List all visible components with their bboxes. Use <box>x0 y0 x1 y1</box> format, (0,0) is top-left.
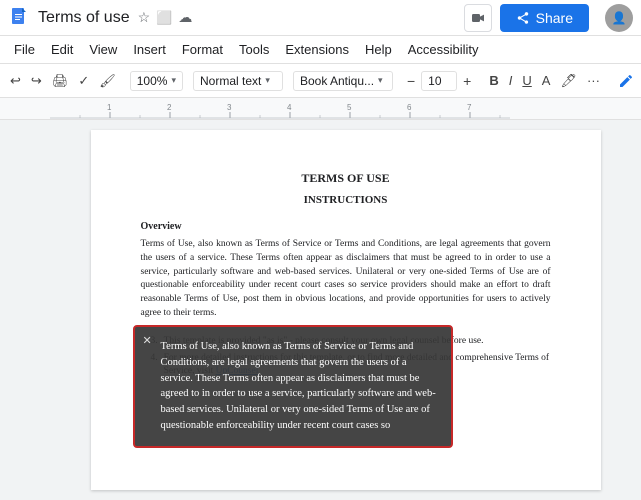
font-caret: ▾ <box>378 75 383 86</box>
bold-button[interactable]: B <box>485 70 502 91</box>
tooltip-content: Terms of Use, also known as Terms of Ser… <box>161 339 437 434</box>
toolbar: ↩ ↪ 🖨 ✓ 🖌 100% ▾ Normal text ▾ Book Anti… <box>0 64 641 98</box>
document-area: TERMS OF USE INSTRUCTIONS Overview Terms… <box>0 120 641 500</box>
redo-button[interactable]: ↪ <box>27 70 46 92</box>
document-title[interactable]: Terms of use <box>38 9 130 27</box>
overview-heading: Overview <box>141 220 551 234</box>
svg-text:6: 6 <box>407 103 412 112</box>
share-button[interactable]: Share <box>500 4 589 32</box>
left-gutter <box>0 120 50 500</box>
menu-tools[interactable]: Tools <box>233 40 275 59</box>
menu-insert[interactable]: Insert <box>127 40 172 59</box>
svg-text:4: 4 <box>287 103 292 112</box>
ruler: 1 2 3 4 5 6 7 <box>0 98 641 120</box>
menu-help[interactable]: Help <box>359 40 398 59</box>
tooltip-popup: ✕ Terms of Use, also known as Terms of S… <box>133 325 453 448</box>
highlight-button[interactable]: 🖊 <box>556 70 581 92</box>
menu-extensions[interactable]: Extensions <box>279 40 355 59</box>
document-page: TERMS OF USE INSTRUCTIONS Overview Terms… <box>91 130 601 490</box>
style-value: Normal text <box>200 74 261 88</box>
svg-text:7: 7 <box>467 103 472 112</box>
overview-body: Terms of Use, also known as Terms of Ser… <box>141 238 551 321</box>
page-subtitle: INSTRUCTIONS <box>141 193 551 208</box>
title-bar: Terms of use ☆ ⬜ ☁ Share 👤 <box>0 0 641 36</box>
underline-button[interactable]: U <box>518 70 535 91</box>
docs-icon <box>8 6 32 30</box>
menu-edit[interactable]: Edit <box>45 40 79 59</box>
menu-format[interactable]: Format <box>176 40 229 59</box>
text-color-button[interactable]: A <box>538 70 555 91</box>
undo-button[interactable]: ↩ <box>6 70 25 92</box>
svg-text:3: 3 <box>227 103 232 112</box>
style-dropdown[interactable]: Normal text ▾ <box>193 71 283 91</box>
cloud-icon[interactable]: ☁ <box>178 9 192 26</box>
title-icons: ☆ ⬜ ☁ <box>138 9 193 26</box>
svg-text:5: 5 <box>347 103 352 112</box>
page-title: TERMS OF USE <box>141 170 551 187</box>
decrease-font-button[interactable]: − <box>403 70 419 92</box>
tooltip-close-button[interactable]: ✕ <box>143 333 152 350</box>
zoom-caret: ▾ <box>171 75 176 86</box>
print-button[interactable]: 🖨 <box>48 70 73 92</box>
menu-view[interactable]: View <box>83 40 123 59</box>
style-caret: ▾ <box>265 75 270 86</box>
zoom-value: 100% <box>137 74 168 88</box>
zoom-dropdown[interactable]: 100% ▾ <box>130 71 183 91</box>
folder-icon[interactable]: ⬜ <box>156 10 172 26</box>
italic-button[interactable]: I <box>505 70 517 91</box>
fontsize-dropdown[interactable]: 10 <box>421 71 457 91</box>
font-dropdown[interactable]: Book Antiqu... ▾ <box>293 71 393 91</box>
fontsize-value: 10 <box>428 74 441 88</box>
paint-format-button[interactable]: 🖌 <box>95 70 120 92</box>
star-icon[interactable]: ☆ <box>138 9 151 26</box>
menu-accessibility[interactable]: Accessibility <box>402 40 485 59</box>
share-label: Share <box>536 10 573 26</box>
edit-icon-button[interactable] <box>614 70 638 92</box>
meet-icon[interactable] <box>464 4 492 32</box>
menu-bar: File Edit View Insert Format Tools Exten… <box>0 36 641 64</box>
font-value: Book Antiqu... <box>300 74 374 88</box>
increase-font-button[interactable]: + <box>459 70 475 92</box>
user-avatar[interactable]: 👤 <box>605 4 633 32</box>
spellcheck-button[interactable]: ✓ <box>74 70 93 92</box>
more-button[interactable]: ··· <box>583 70 604 91</box>
menu-file[interactable]: File <box>8 40 41 59</box>
svg-text:2: 2 <box>167 103 172 112</box>
svg-text:1: 1 <box>107 103 112 112</box>
